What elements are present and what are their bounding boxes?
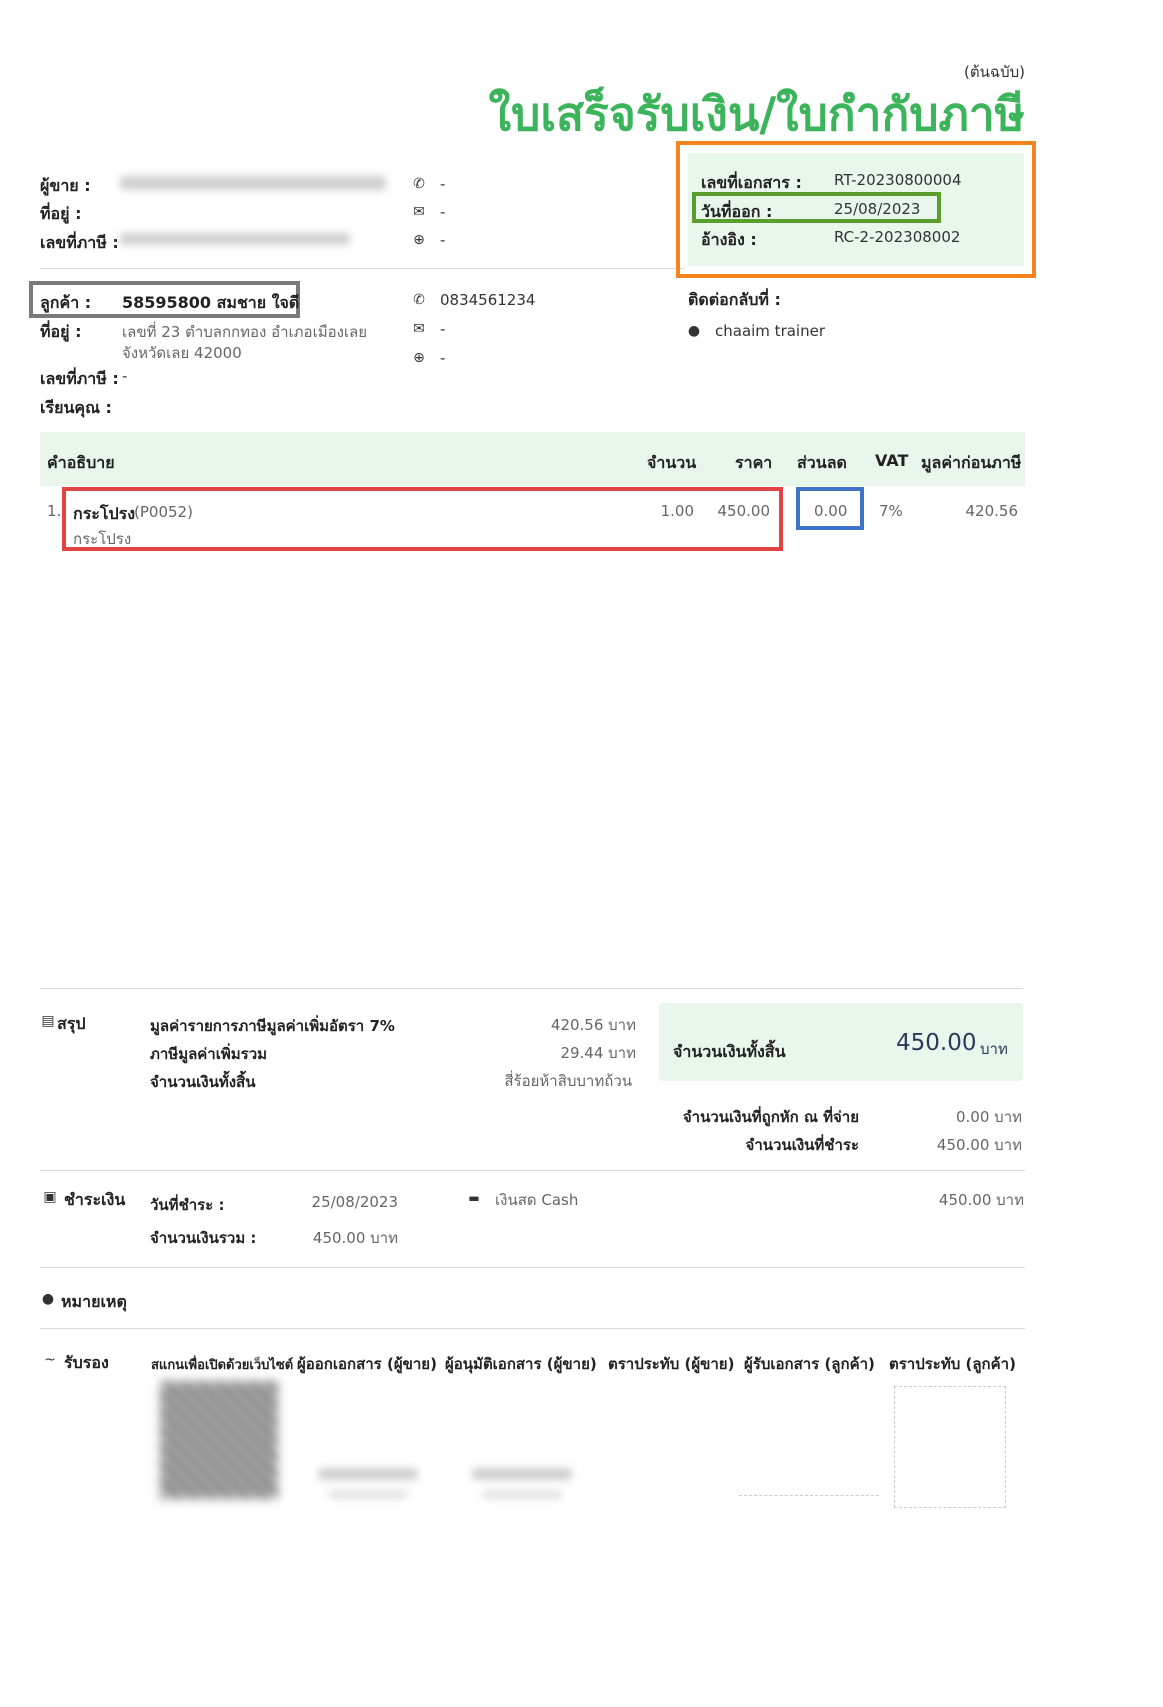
notes-section-label: หมายเหตุ	[61, 1292, 127, 1311]
withheld-value: 0.00 บาท	[956, 1108, 1022, 1126]
summary-value-total-words: สี่ร้อยห้าสิบบาทถ้วน	[504, 1072, 632, 1090]
comment-icon: ●	[41, 1291, 55, 1307]
payment-amount-label: จำนวนเงินรวม :	[150, 1229, 257, 1247]
seller-phone: -	[440, 175, 446, 193]
payment-date-label: วันที่ชำระ :	[150, 1196, 225, 1214]
clipboard-icon: ▤	[41, 1013, 55, 1029]
seller-web: -	[440, 231, 446, 249]
summary-section-label: สรุป	[57, 1014, 86, 1033]
phone-icon: ✆	[413, 292, 425, 308]
item-price: 450.00	[717, 502, 771, 520]
qr-code	[160, 1381, 278, 1499]
payment-amount: 450.00 บาท	[312, 1229, 398, 1247]
email-icon: ✉	[413, 204, 425, 220]
col-description: คำอธิบาย	[47, 453, 115, 472]
contact-label: ติดต่อกลับที่ :	[688, 290, 781, 309]
customer-name: 58595800 สมชาย ใจดี	[122, 293, 300, 312]
customer-stamp-box	[894, 1386, 1006, 1508]
cash-icon: ▣	[43, 1189, 57, 1205]
globe-icon: ⊕	[413, 350, 425, 366]
item-name: กระโปรง	[73, 504, 136, 523]
globe-icon: ⊕	[413, 232, 425, 248]
seller-email: -	[440, 203, 446, 221]
money-icon: ▬	[468, 1191, 480, 1205]
grand-total-value: 450.00	[896, 1030, 977, 1056]
summary-label-vat: ภาษีมูลค่าเพิ่มรวม	[150, 1045, 268, 1063]
customer-web: -	[440, 349, 446, 367]
summary-value-vat-base: 420.56 บาท	[550, 1016, 636, 1034]
customer-phone: 0834561234	[440, 291, 536, 309]
seller-address-label: ที่อยู่ :	[40, 204, 82, 223]
customer-email: -	[440, 320, 446, 338]
sign-label-receiver: ผู้รับเอกสาร (ลูกค้า)	[744, 1355, 875, 1373]
sign-label-qr: สแกนเพื่อเปิดด้วยเว็บไซต์	[151, 1358, 294, 1373]
phone-icon: ✆	[413, 176, 425, 192]
withheld-label: จำนวนเงินที่ถูกหัก ณ ที่จ่าย	[682, 1108, 859, 1126]
sign-label-issuer: ผู้ออกเอกสาร (ผู้ขาย)	[297, 1355, 437, 1373]
sign-label-customer-stamp: ตราประทับ (ลูกค้า)	[889, 1355, 1016, 1373]
item-code: (P0052)	[134, 503, 193, 521]
customer-address-label: ที่อยู่ :	[40, 322, 82, 341]
seller-tax-label: เลขที่ภาษี :	[40, 233, 119, 252]
item-vat: 7%	[879, 502, 903, 520]
grand-total-label: จำนวนเงินทั้งสิ้น	[673, 1042, 786, 1061]
grand-total-unit: บาท	[980, 1040, 1008, 1058]
payment-date: 25/08/2023	[311, 1193, 398, 1211]
item-amount: 420.56	[965, 502, 1019, 520]
approver-signature-redacted	[472, 1468, 572, 1480]
item-description: กระโปรง	[73, 530, 132, 548]
doc-no-value: RT-20230800004	[834, 171, 962, 189]
approver-date-redacted	[482, 1490, 562, 1499]
payment-method-amount: 450.00 บาท	[938, 1191, 1024, 1209]
sign-label-seller-stamp: ตราประทับ (ผู้ขาย)	[608, 1355, 735, 1373]
customer-tax-label: เลขที่ภาษี :	[40, 369, 119, 388]
issuer-signature-redacted	[318, 1468, 418, 1480]
attn-label: เรียนคุณ :	[40, 398, 112, 417]
summary-label-vat-base: มูลค่ารายการภาษีมูลค่าเพิ่มอัตรา 7%	[150, 1017, 395, 1035]
seller-tax-redacted	[120, 233, 350, 245]
payment-method: เงินสด Cash	[495, 1191, 579, 1209]
sign-label-approver: ผู้อนุมัติเอกสาร (ผู้ขาย)	[445, 1355, 597, 1373]
email-icon: ✉	[413, 321, 425, 337]
item-qty: 1.00	[660, 502, 694, 520]
signature-section-label: รับรอง	[64, 1353, 109, 1372]
receiver-signature-line	[739, 1495, 879, 1496]
col-qty: จำนวน	[647, 453, 697, 472]
col-price: ราคา	[735, 453, 773, 472]
col-discount: ส่วนลด	[797, 453, 847, 472]
ref-label: อ้างอิง :	[701, 230, 757, 249]
seller-name-redacted	[120, 176, 386, 190]
payment-section-label: ชำระเงิน	[64, 1190, 126, 1209]
contact-name: chaaim trainer	[715, 322, 825, 340]
issuer-date-redacted	[328, 1490, 408, 1499]
summary-label-total-words: จำนวนเงินทั้งสิ้น	[150, 1073, 256, 1091]
issue-date-value: 25/08/2023	[834, 200, 921, 218]
customer-tax-value: -	[122, 367, 128, 385]
customer-address-line2: จังหวัดเลย 42000	[122, 344, 242, 362]
col-amount: มูลค่าก่อนภาษี	[921, 453, 1022, 472]
ref-value: RC-2-202308002	[834, 228, 961, 246]
issue-date-label: วันที่ออก :	[701, 202, 773, 221]
row-number: 1.	[47, 502, 62, 520]
summary-value-vat: 29.44 บาท	[560, 1044, 636, 1062]
user-icon: ●	[687, 323, 701, 339]
paid-value: 450.00 บาท	[936, 1136, 1022, 1154]
customer-label: ลูกค้า :	[40, 293, 92, 312]
col-vat: VAT	[875, 451, 909, 470]
signature-icon: ~	[44, 1352, 56, 1368]
item-discount: 0.00	[814, 502, 848, 520]
seller-label: ผู้ขาย :	[40, 176, 91, 195]
paid-label: จำนวนเงินที่ชำระ	[745, 1136, 859, 1154]
